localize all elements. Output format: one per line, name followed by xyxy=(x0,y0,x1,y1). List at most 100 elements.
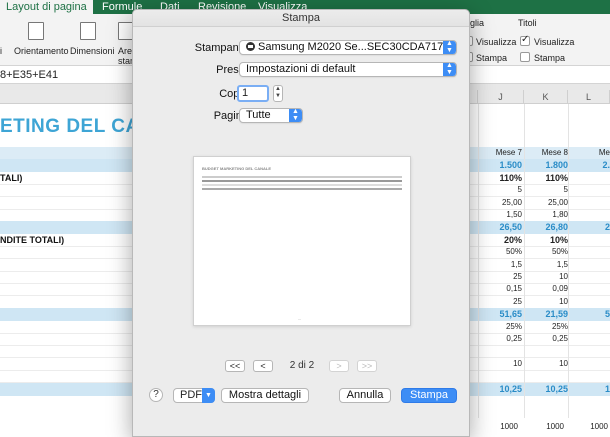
chevron-down-icon: ▼ xyxy=(202,388,215,403)
printer-label: Stampante: xyxy=(194,42,251,54)
cell-j[interactable]: 20% xyxy=(482,235,522,245)
headings-print-label: Stampa xyxy=(534,53,566,63)
previous-page-button[interactable]: < xyxy=(253,360,273,372)
cell-j[interactable]: 0,25 xyxy=(482,334,522,343)
orientamento-button[interactable]: Orientamento xyxy=(14,46,69,56)
ribbon-button-first[interactable]: i xyxy=(0,46,2,56)
cell-j[interactable]: 25 xyxy=(482,272,522,281)
copies-input[interactable]: 1 xyxy=(237,85,269,102)
copies-value: 1 xyxy=(242,87,249,99)
grid-vline-l xyxy=(568,104,569,437)
cell-j[interactable]: Mese 7 xyxy=(482,148,522,157)
cell-j[interactable]: 25% xyxy=(482,322,522,331)
copies-stepper[interactable]: ▲ ▼ xyxy=(273,85,283,102)
cell-k[interactable]: 21,59 xyxy=(528,309,568,319)
cell-l[interactable]: Me xyxy=(570,148,610,157)
help-button[interactable]: ? xyxy=(149,388,163,402)
row-label: NDITE TOTALI) xyxy=(0,234,65,245)
dialog-title: Stampa xyxy=(133,10,469,27)
bottom-cell: 1000 xyxy=(546,422,564,431)
cell-k[interactable]: 25,00 xyxy=(528,198,568,207)
cell-j[interactable]: 25 xyxy=(482,297,522,306)
print-button[interactable]: Stampa xyxy=(401,388,457,403)
select-arrows-icon: ▲ ▼ xyxy=(289,109,302,122)
bottom-cell: 1000 xyxy=(500,422,518,431)
cell-l[interactable]: 2 xyxy=(570,222,610,232)
cell-k[interactable]: 110% xyxy=(528,173,568,183)
preview-row xyxy=(202,176,402,178)
cell-k[interactable]: 1,5 xyxy=(528,260,568,269)
cell-k[interactable]: 25% xyxy=(528,322,568,331)
print-dialog: Stampa Stampante: Samsung M2020 Se...SEC… xyxy=(132,9,470,437)
preset-value: Impostazioni di default xyxy=(246,63,356,75)
cell-k[interactable]: 26,80 xyxy=(528,222,568,232)
cell-j[interactable]: 10,25 xyxy=(482,384,522,394)
cell-j[interactable]: 1.500 xyxy=(482,160,522,170)
row-label: TALI) xyxy=(0,172,23,183)
orientation-icon[interactable] xyxy=(28,22,44,40)
printer-select[interactable]: Samsung M2020 Se...SEC30CDA7176282) ▲ ▼ xyxy=(239,40,457,55)
headings-view-label: Visualizza xyxy=(534,37,575,47)
printer-value: Samsung M2020 Se...SEC30CDA7176282) xyxy=(258,41,457,53)
cell-l[interactable]: 1 xyxy=(570,384,610,394)
cell-k[interactable]: Mese 8 xyxy=(528,148,568,157)
cancel-button[interactable]: Annulla xyxy=(339,388,391,403)
grid-vline-k xyxy=(524,104,525,437)
cell-k[interactable]: 10% xyxy=(528,235,568,245)
sheet-title: ETING DEL CA xyxy=(0,116,140,137)
cell-j[interactable]: 0,15 xyxy=(482,284,522,293)
print-preview: BUDGET MARKETING DEL CANALE — xyxy=(193,156,411,326)
cell-k[interactable]: 10 xyxy=(528,297,568,306)
column-header-j[interactable]: J xyxy=(478,90,524,104)
dimensioni-button[interactable]: Dimensioni xyxy=(70,46,115,56)
cell-j[interactable]: 10 xyxy=(482,359,522,368)
cell-k[interactable]: 0,09 xyxy=(528,284,568,293)
cell-k[interactable]: 1,80 xyxy=(528,210,568,219)
pages-select[interactable]: Tutte ▲ ▼ xyxy=(239,108,303,123)
gridlines-print-label: Stampa xyxy=(476,53,508,63)
cell-l[interactable]: 2. xyxy=(570,160,610,170)
headings-view-checkbox[interactable] xyxy=(520,34,530,46)
tab-layout-di-pagina[interactable]: Layout di pagina xyxy=(0,0,93,14)
cell-k[interactable]: 50% xyxy=(528,247,568,256)
page-indicator: 2 di 2 xyxy=(289,360,315,371)
printer-icon xyxy=(246,42,255,51)
headings-print-checkbox[interactable] xyxy=(520,52,530,62)
cell-k[interactable]: 5 xyxy=(528,185,568,194)
cell-k[interactable]: 10 xyxy=(528,272,568,281)
cell-j[interactable]: 25,00 xyxy=(482,198,522,207)
cell-k[interactable]: 0,25 xyxy=(528,334,568,343)
gridlines-group-label: glia xyxy=(470,18,485,28)
formula-text: 8+E35+E41 xyxy=(0,69,59,81)
pages-value: Tutte xyxy=(246,109,271,121)
cell-k[interactable]: 10,25 xyxy=(528,384,568,394)
column-header-k[interactable]: K xyxy=(524,90,568,104)
headings-group-label: Titoli xyxy=(518,18,537,28)
column-header-l[interactable]: L xyxy=(568,90,610,104)
cell-j[interactable]: 1,5 xyxy=(482,260,522,269)
preset-select[interactable]: Impostazioni di default ▲ ▼ xyxy=(239,62,457,77)
first-page-button[interactable]: << xyxy=(225,360,245,372)
cell-j[interactable]: 50% xyxy=(482,247,522,256)
cell-j[interactable]: 5 xyxy=(482,185,522,194)
show-details-button[interactable]: Mostra dettagli xyxy=(221,388,309,403)
pages-label: Pagine: xyxy=(213,110,251,122)
cell-l[interactable]: 5 xyxy=(570,309,610,319)
cell-k[interactable]: 10 xyxy=(528,359,568,368)
cell-j[interactable]: 51,65 xyxy=(482,309,522,319)
select-arrows-icon: ▲ ▼ xyxy=(443,41,456,54)
preset-label: Preset: xyxy=(216,64,251,76)
preview-row xyxy=(202,184,402,186)
next-page-button[interactable]: > xyxy=(329,360,349,372)
last-page-button[interactable]: >> xyxy=(357,360,377,372)
bottom-cell: 1000 xyxy=(590,422,608,431)
cell-k[interactable]: 1.800 xyxy=(528,160,568,170)
pdf-label: PDF xyxy=(180,389,202,401)
cell-j[interactable]: 26,50 xyxy=(482,222,522,232)
cell-j[interactable]: 1,50 xyxy=(482,210,522,219)
cell-j[interactable]: 110% xyxy=(482,173,522,183)
pdf-menu-button[interactable]: PDF ▼ xyxy=(173,388,215,403)
select-arrows-icon: ▲ ▼ xyxy=(443,63,456,76)
gridlines-view-label: Visualizza xyxy=(476,37,517,47)
size-icon[interactable] xyxy=(80,22,96,40)
